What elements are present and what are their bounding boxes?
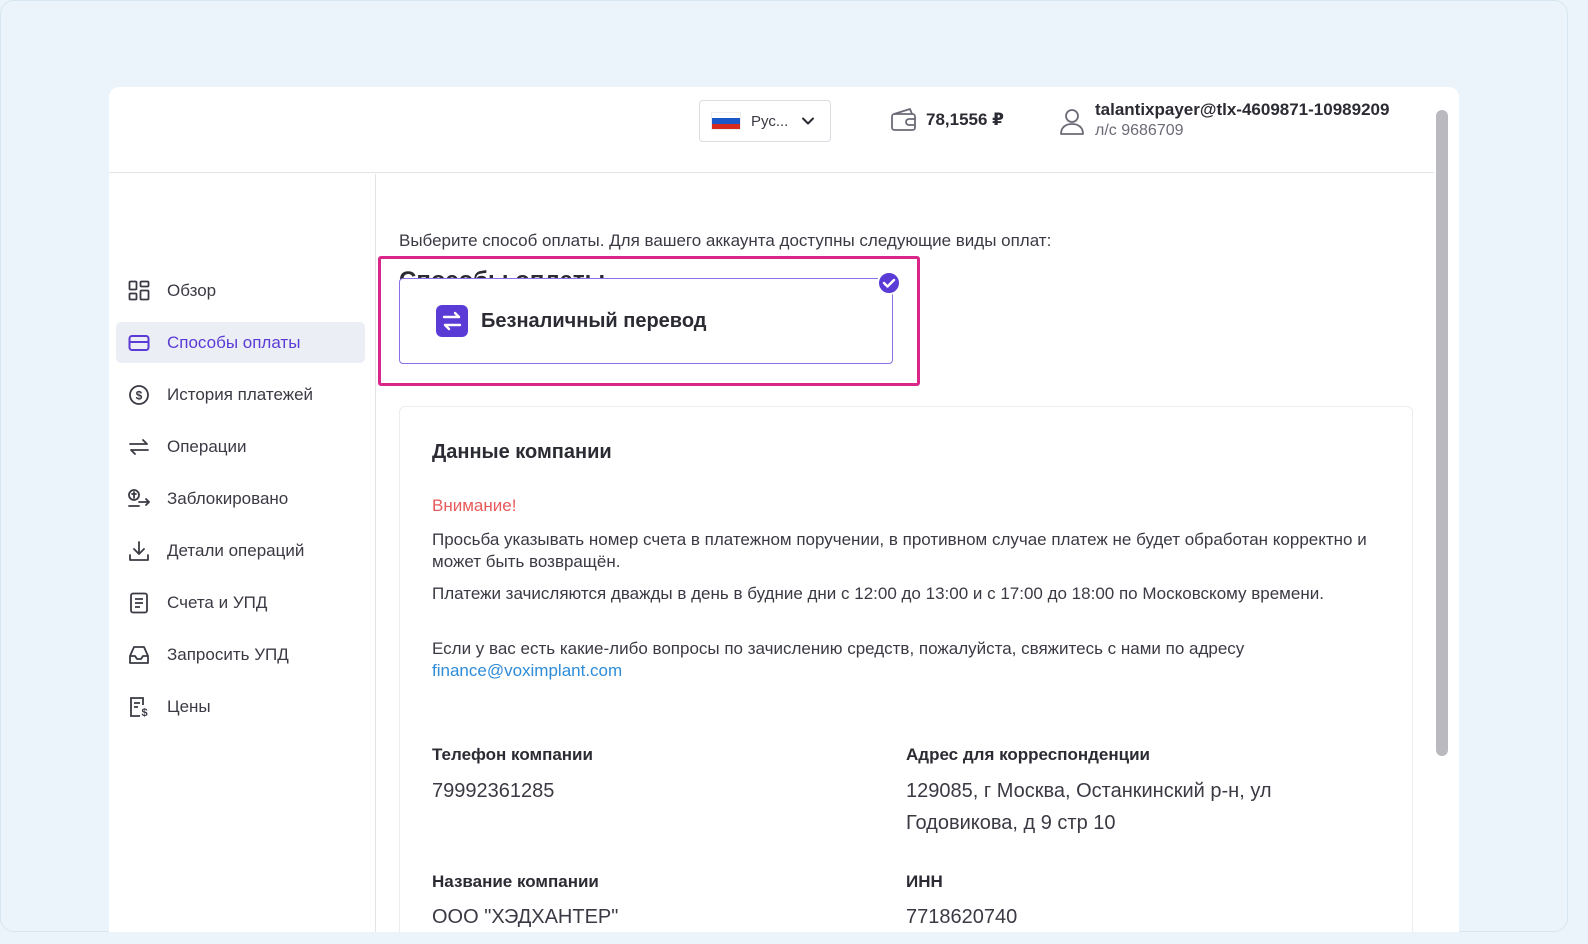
blocked-funds-icon (127, 487, 151, 511)
svg-text:$: $ (136, 388, 143, 402)
top-header: Рус... 78,1556 ₽ talantixpayer@tlx-46098… (109, 87, 1434, 173)
user-icon (1060, 109, 1084, 135)
svg-text:$: $ (141, 707, 147, 718)
dollar-circle-icon: $ (127, 383, 151, 407)
sidebar-nav: Обзор Способы оплаты $ История платежей … (109, 174, 376, 932)
download-icon (127, 539, 151, 563)
card-icon (127, 331, 151, 355)
sidebar-item-operations[interactable]: Операции (116, 426, 365, 467)
dashboard-icon (127, 279, 151, 303)
user-info: talantixpayer@tlx-4609871-10989209 л/с 9… (1095, 99, 1389, 141)
notice-crediting-schedule: Платежи зачисляются дважды в день в будн… (432, 584, 1324, 603)
user-profile[interactable]: talantixpayer@tlx-4609871-10989209 л/с 9… (1059, 99, 1389, 141)
language-label: Рус... (751, 112, 789, 130)
sidebar-item-label: Способы оплаты (167, 332, 301, 352)
user-email: talantixpayer@tlx-4609871-10989209 (1095, 100, 1390, 119)
notice-contact: Если у вас есть какие-либо вопросы по за… (432, 638, 1382, 682)
vertical-scrollbar[interactable] (1436, 110, 1448, 756)
sidebar-item-label: Детали операций (167, 540, 305, 560)
sidebar-item-blocked[interactable]: Заблокировано (116, 478, 365, 519)
notice-contact-text: Если у вас есть какие-либо вопросы по за… (432, 639, 1245, 658)
sidebar-item-overview[interactable]: Обзор (116, 270, 365, 311)
sidebar-item-label: История платежей (167, 384, 314, 404)
company-details-title: Данные компании (432, 441, 612, 463)
phone-label: Телефон компании (432, 745, 593, 764)
balance-value: 78,1556 ₽ (926, 110, 1005, 129)
russia-flag-icon (711, 112, 741, 130)
language-select[interactable]: Рус... (699, 100, 831, 142)
swap-arrows-icon (127, 435, 151, 459)
sidebar-item-prices[interactable]: $ Цены (116, 686, 365, 727)
page-subtitle: Выберите способ оплаты. Для вашего аккау… (399, 231, 1052, 250)
warning-label: Внимание! (432, 496, 517, 515)
sidebar-item-label: Цены (167, 696, 211, 716)
payment-method-bank-transfer[interactable]: Безналичный перевод (399, 278, 893, 364)
address-value: 129085, г Москва, Останкинский р-н, ул Г… (906, 780, 1272, 834)
sidebar-item-invoices[interactable]: Счета и УПД (116, 582, 365, 623)
inn-value: 7718620740 (906, 906, 1018, 928)
payment-method-label: Безналичный перевод (481, 309, 707, 332)
company-name-value: ООО "ХЭДХАНТЕР" (432, 906, 619, 928)
company-name-label: Название компании (432, 872, 599, 891)
sidebar-item-operation-details[interactable]: Детали операций (116, 530, 365, 571)
inn-label: ИНН (906, 872, 943, 891)
finance-email-link[interactable]: finance@voximplant.com (432, 661, 622, 680)
company-details-card: Данные компании Внимание! Просьба указыв… (399, 406, 1413, 944)
balance-widget[interactable]: 78,1556 ₽ (890, 107, 1004, 133)
user-account-number: л/с 9686709 (1095, 122, 1184, 139)
sidebar-item-request-upd[interactable]: Запросить УПД (116, 634, 365, 675)
sidebar-item-label: Обзор (167, 280, 217, 300)
wallet-icon (891, 108, 916, 131)
invoice-icon (127, 591, 151, 615)
selected-check-icon (877, 271, 901, 295)
sidebar-item-label: Операции (167, 436, 247, 456)
phone-value: 79992361285 (432, 780, 555, 802)
bank-transfer-icon (436, 305, 468, 337)
sidebar-item-label: Заблокировано (167, 488, 289, 508)
bottom-backdrop (0, 932, 1588, 944)
sidebar-item-label: Запросить УПД (167, 644, 289, 664)
sidebar-item-payment-history[interactable]: $ История платежей (116, 374, 365, 415)
inbox-request-icon (127, 643, 151, 667)
chevron-down-icon (802, 117, 814, 125)
sidebar-item-payment-methods[interactable]: Способы оплаты (116, 322, 365, 363)
address-label: Адрес для корреспонденции (906, 745, 1151, 764)
price-list-icon: $ (127, 695, 151, 719)
notice-account-number: Просьба указывать номер счета в платежно… (432, 530, 1367, 571)
sidebar-item-label: Счета и УПД (167, 592, 268, 612)
